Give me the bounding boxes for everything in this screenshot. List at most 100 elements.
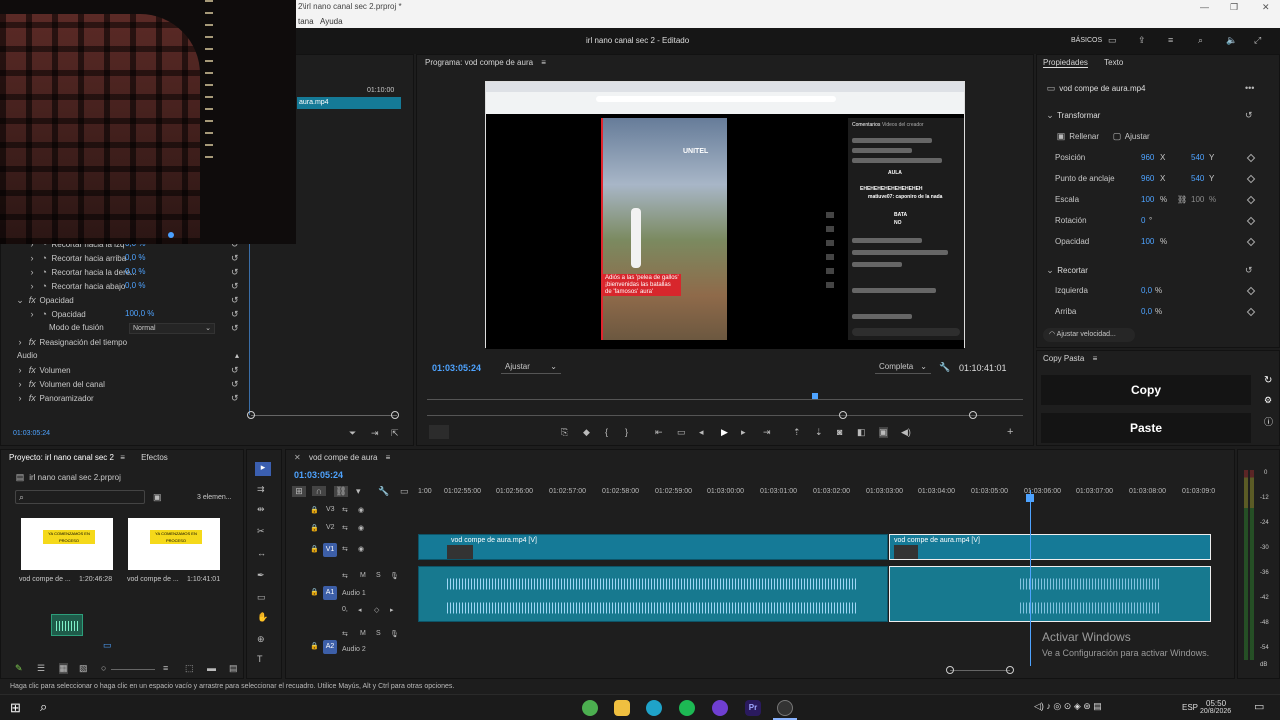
refresh-icon[interactable]: ↻ [1264, 375, 1272, 386]
video-clip[interactable]: vod compe de aura.mp4 [V] [418, 534, 888, 560]
chevron-right-icon[interactable]: › [27, 279, 37, 293]
spotify-icon[interactable] [679, 700, 695, 716]
play-icon[interactable]: ▶ [721, 427, 728, 438]
lock-icon[interactable]: 🔒 [310, 524, 319, 532]
panel-menu-icon[interactable]: ≡ [1093, 354, 1098, 363]
effect-value[interactable]: 0,0 % [125, 251, 145, 265]
menu-icon[interactable]: ≡ [1168, 35, 1173, 45]
panel-menu-icon[interactable]: ≡ [386, 453, 391, 462]
program-ruler[interactable] [427, 399, 1023, 400]
lock-icon[interactable]: 🔒 [310, 506, 319, 514]
reset-icon[interactable]: ↺ [231, 365, 239, 376]
timeline-zoom-bar[interactable] [286, 666, 1216, 674]
mute-button[interactable]: M [360, 572, 366, 579]
overlay-icon[interactable]: ▣ [879, 427, 888, 438]
zoom-tool-icon[interactable]: ⊕ [257, 634, 265, 645]
extract-icon[interactable]: ⎘ [561, 427, 568, 438]
program-tab[interactable]: Programa: vod compe de aura ≡ [417, 55, 1033, 71]
timeline-ruler[interactable]: 1:00 01:02:55:00 01:02:56:00 01:02:57:00… [418, 484, 1216, 498]
go-to-in-icon[interactable]: ⇤ [655, 427, 663, 438]
crop-row-value[interactable]: 0,0 [1141, 305, 1152, 319]
program-timecode[interactable]: 01:03:05:24 [432, 363, 481, 373]
notification-icon[interactable]: ▭ [1254, 700, 1264, 713]
menu-ventana[interactable]: tana [298, 17, 314, 26]
chevron-right-icon[interactable]: › [15, 391, 25, 405]
pencil-icon[interactable]: ✎ [15, 663, 23, 674]
chevron-right-icon[interactable]: › [15, 363, 25, 377]
copy-pasta-tab[interactable]: Copy Pasta ≡ [1037, 351, 1279, 367]
stopwatch-icon[interactable]: ◔ [39, 265, 49, 279]
effect-value[interactable]: 0,0 % [125, 265, 145, 279]
minimize-icon[interactable]: — [1200, 2, 1209, 12]
chevron-right-icon[interactable]: › [27, 307, 37, 321]
export-frame-icon[interactable]: ⇥ [371, 428, 379, 439]
out-point-icon[interactable]: } [625, 427, 628, 437]
tab-properties[interactable]: Propiedades [1043, 58, 1088, 68]
timeline-scroll-handle-right[interactable] [1006, 666, 1014, 674]
program-playhead[interactable] [812, 393, 818, 399]
close-tab-icon[interactable]: ✕ [294, 453, 301, 462]
icon-view-icon[interactable]: ▦ [59, 663, 68, 674]
eye-icon[interactable]: ◉ [358, 545, 364, 553]
workspace-icon[interactable]: ▭ [1108, 35, 1117, 46]
track-select-icon[interactable]: ⇉ [257, 484, 265, 495]
step-back-icon[interactable]: ◂ [699, 427, 704, 438]
camera-icon[interactable]: ◙ [837, 427, 842, 437]
wrench-icon[interactable]: 🔧 [939, 362, 950, 373]
sync-lock-icon[interactable]: ⇆ [342, 545, 348, 553]
razor-icon[interactable]: ✂ [257, 526, 265, 537]
sync-lock-icon[interactable]: ⇆ [342, 524, 348, 532]
tray-time[interactable]: 05:50 [1206, 699, 1226, 708]
slip-icon[interactable]: ↔ [257, 548, 266, 558]
keyboard-language[interactable]: ESP [1182, 703, 1198, 712]
blend-mode-select[interactable]: Normal ⌄ [129, 323, 215, 334]
scroll-handle-left[interactable] [247, 411, 255, 419]
reset-icon[interactable]: ↺ [231, 309, 239, 320]
audio-effect-row[interactable]: › fx Volumen del canal [15, 377, 105, 391]
timeline-scroll-handle-left[interactable] [946, 666, 954, 674]
track-label[interactable]: A1 [323, 586, 337, 600]
new-bin-icon[interactable]: ▣ [153, 492, 162, 503]
program-zoom-bar[interactable] [427, 415, 1023, 416]
workspace-label[interactable]: BÁSICOS [1071, 37, 1102, 44]
scroll-handle-right[interactable] [391, 411, 399, 419]
timeline-playhead-handle[interactable] [1026, 494, 1034, 502]
add-button-icon[interactable]: + [1007, 426, 1013, 438]
add-keyframe-icon[interactable]: ◇ [374, 606, 379, 614]
copy-button[interactable]: Copy [1041, 375, 1251, 405]
more-options-icon[interactable]: ••• [1245, 83, 1254, 93]
maximize-icon[interactable]: ❐ [1230, 2, 1238, 13]
linked-selection-icon[interactable]: ⛓ [334, 486, 348, 497]
search-icon[interactable]: ⌕ [40, 699, 47, 715]
zoom-scrollbar[interactable] [251, 415, 397, 416]
timeline-timecode[interactable]: 01:03:05:24 [294, 470, 343, 480]
property-x[interactable]: 0 [1141, 214, 1145, 228]
reset-icon[interactable]: ↺ [1245, 265, 1253, 276]
lock-icon[interactable]: 🔒 [310, 545, 319, 553]
program-zoom-handle-right[interactable] [969, 411, 977, 419]
captions-icon[interactable]: ▭ [400, 486, 409, 497]
freeform-view-icon[interactable]: ▧ [79, 663, 88, 674]
chevron-right-icon[interactable]: › [27, 265, 37, 279]
crop-row-value[interactable]: 0,0 [1141, 284, 1152, 298]
lift-icon[interactable]: ⇡ [793, 427, 801, 438]
program-video-frame[interactable]: UNITEL Adiós a las 'pelea de gallos' ¡bi… [485, 81, 965, 349]
automate-icon[interactable]: ⬚ [185, 663, 194, 674]
new-folder-icon[interactable]: ▬ [207, 663, 216, 673]
source-timecode[interactable]: 01:03:05:24 [13, 430, 50, 437]
speaker-icon[interactable]: 🔈 [1226, 35, 1237, 46]
property-x[interactable]: 960 [1141, 172, 1154, 186]
mic-icon[interactable]: 🎙 [390, 630, 399, 638]
property-y[interactable]: 540 [1191, 172, 1204, 186]
gear-icon[interactable]: ⚙ [1264, 395, 1272, 406]
obs-icon[interactable] [777, 700, 793, 716]
chevron-right-icon[interactable]: › [15, 377, 25, 391]
info-icon[interactable]: ⓘ [1264, 415, 1273, 428]
tab-project[interactable]: Proyecto: irl nano canal sec 2 [9, 453, 114, 462]
lock-icon[interactable]: 🔒 [310, 642, 319, 650]
pen-icon[interactable]: ✒ [257, 570, 265, 581]
adjust-speed-button[interactable]: ◠ Ajustar velocidad... [1043, 328, 1135, 342]
audio-item-thumbnail[interactable] [51, 614, 83, 636]
property-x[interactable]: 100 [1141, 193, 1154, 207]
effect-value[interactable]: 0,0 % [125, 279, 145, 293]
